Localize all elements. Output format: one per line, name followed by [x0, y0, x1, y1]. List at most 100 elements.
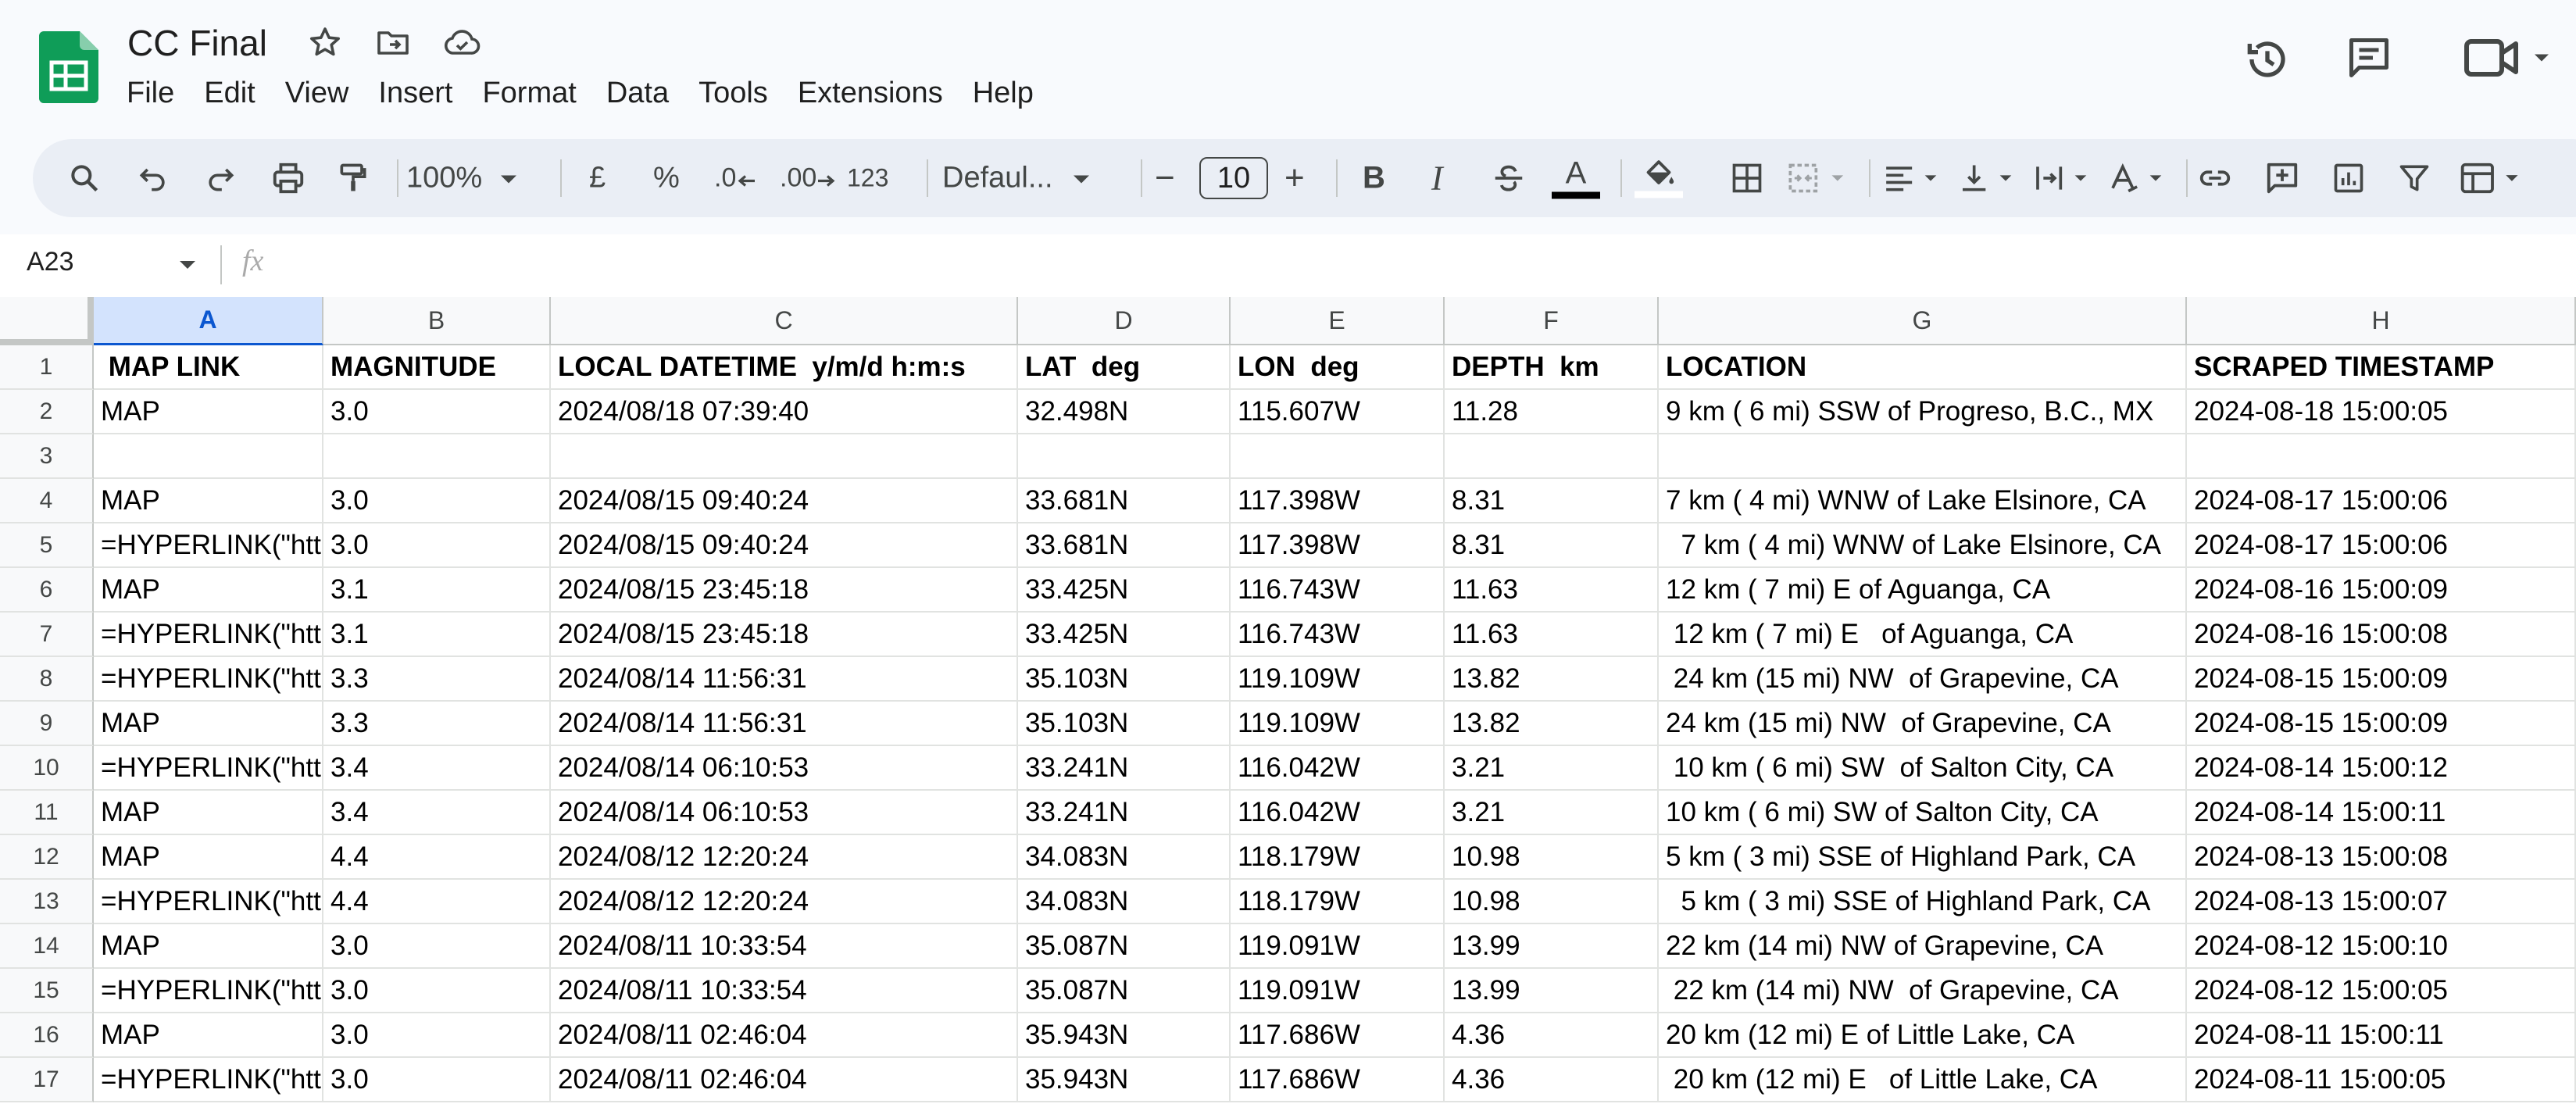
cell-h16[interactable]: 2024-08-11 15:00:11 [2187, 1013, 2576, 1058]
cell-f12[interactable]: 10.98 [1445, 835, 1659, 880]
cell-f9[interactable]: 13.82 [1445, 702, 1659, 746]
cell-f10[interactable]: 3.21 [1445, 746, 1659, 791]
cell-b4[interactable]: 3.0 [323, 479, 551, 523]
link-icon[interactable] [2197, 160, 2233, 196]
cell-a15[interactable]: =HYPERLINK("htt [94, 969, 323, 1013]
cell-g12[interactable]: 5 km ( 3 mi) SSE of Highland Park, CA [1659, 835, 2187, 880]
cell-b16[interactable]: 3.0 [323, 1013, 551, 1058]
cell-g14[interactable]: 22 km (14 mi) NW of Grapevine, CA [1659, 924, 2187, 969]
row-header[interactable]: 14 [0, 924, 94, 969]
cell-d12[interactable]: 34.083N [1018, 835, 1231, 880]
cell-b13[interactable]: 4.4 [323, 880, 551, 924]
cell-h5[interactable]: 2024-08-17 15:00:06 [2187, 523, 2576, 568]
cell-g5[interactable]: 7 km ( 4 mi) WNW of Lake Elsinore, CA [1659, 523, 2187, 568]
cell-d6[interactable]: 33.425N [1018, 568, 1231, 613]
cell-h6[interactable]: 2024-08-16 15:00:09 [2187, 568, 2576, 613]
cell-e2[interactable]: 115.607W [1231, 390, 1445, 434]
row-header[interactable]: 7 [0, 613, 94, 657]
cell-d5[interactable]: 33.681N [1018, 523, 1231, 568]
document-title[interactable]: CC Final [127, 22, 267, 64]
cell-f14[interactable]: 13.99 [1445, 924, 1659, 969]
cell-d4[interactable]: 33.681N [1018, 479, 1231, 523]
cell-b11[interactable]: 3.4 [323, 791, 551, 835]
cell-e17[interactable]: 117.686W [1231, 1058, 1445, 1102]
menu-view[interactable]: View [274, 73, 360, 113]
cell-g15[interactable]: 22 km (14 mi) NW of Grapevine, CA [1659, 969, 2187, 1013]
cell-e3[interactable] [1231, 434, 1445, 479]
cell-c10[interactable]: 2024/08/14 06:10:53 [551, 746, 1018, 791]
decrease-font-size-button[interactable]: − [1155, 159, 1175, 198]
cell-f1[interactable]: DEPTH km [1445, 345, 1659, 390]
cell-c1[interactable]: LOCAL DATETIME y/m/d h:m:s [551, 345, 1018, 390]
cell-f2[interactable]: 11.28 [1445, 390, 1659, 434]
cell-a16[interactable]: MAP [94, 1013, 323, 1058]
cell-d1[interactable]: LAT deg [1018, 345, 1231, 390]
row-header[interactable]: 12 [0, 835, 94, 880]
menu-format[interactable]: Format [471, 73, 587, 113]
cell-g10[interactable]: 10 km ( 6 mi) SW of Salton City, CA [1659, 746, 2187, 791]
cell-b5[interactable]: 3.0 [323, 523, 551, 568]
cell-d2[interactable]: 32.498N [1018, 390, 1231, 434]
zoom-select[interactable]: 100% [406, 162, 520, 195]
chevron-down-icon[interactable] [177, 256, 198, 272]
cell-f17[interactable]: 4.36 [1445, 1058, 1659, 1102]
cell-g4[interactable]: 7 km ( 4 mi) WNW of Lake Elsinore, CA [1659, 479, 2187, 523]
row-header[interactable]: 13 [0, 880, 94, 924]
strikethrough-icon[interactable] [1491, 160, 1527, 196]
cell-d17[interactable]: 35.943N [1018, 1058, 1231, 1102]
cell-c11[interactable]: 2024/08/14 06:10:53 [551, 791, 1018, 835]
menu-extensions[interactable]: Extensions [787, 73, 954, 113]
cell-b15[interactable]: 3.0 [323, 969, 551, 1013]
cell-a2[interactable]: MAP [94, 390, 323, 434]
column-header-f[interactable]: F [1445, 297, 1659, 345]
column-header-e[interactable]: E [1231, 297, 1445, 345]
cell-h4[interactable]: 2024-08-17 15:00:06 [2187, 479, 2576, 523]
cell-c2[interactable]: 2024/08/18 07:39:40 [551, 390, 1018, 434]
cell-e13[interactable]: 118.179W [1231, 880, 1445, 924]
cell-d7[interactable]: 33.425N [1018, 613, 1231, 657]
menu-tools[interactable]: Tools [688, 73, 779, 113]
search-icon[interactable] [67, 161, 102, 195]
paint-format-icon[interactable] [336, 161, 370, 195]
cell-b14[interactable]: 3.0 [323, 924, 551, 969]
menu-edit[interactable]: Edit [193, 73, 266, 113]
cell-h7[interactable]: 2024-08-16 15:00:08 [2187, 613, 2576, 657]
vertical-align-icon[interactable] [1955, 161, 2022, 195]
currency-format-button[interactable]: £ [589, 162, 606, 195]
cloud-status-icon[interactable] [441, 23, 483, 61]
cell-f5[interactable]: 8.31 [1445, 523, 1659, 568]
star-icon[interactable] [306, 23, 344, 61]
cell-h14[interactable]: 2024-08-12 15:00:10 [2187, 924, 2576, 969]
cell-c5[interactable]: 2024/08/15 09:40:24 [551, 523, 1018, 568]
cell-c17[interactable]: 2024/08/11 02:46:04 [551, 1058, 1018, 1102]
select-all-corner[interactable] [0, 297, 94, 345]
cell-c16[interactable]: 2024/08/11 02:46:04 [551, 1013, 1018, 1058]
cell-f16[interactable]: 4.36 [1445, 1013, 1659, 1058]
cell-b8[interactable]: 3.3 [323, 657, 551, 702]
cell-e8[interactable]: 119.109W [1231, 657, 1445, 702]
cell-a1[interactable]: MAP LINK [94, 345, 323, 390]
menu-data[interactable]: Data [595, 73, 680, 113]
cell-h8[interactable]: 2024-08-15 15:00:09 [2187, 657, 2576, 702]
bold-button[interactable]: B [1363, 161, 1385, 196]
cell-e11[interactable]: 116.042W [1231, 791, 1445, 835]
cell-a5[interactable]: =HYPERLINK("htt [94, 523, 323, 568]
cell-b12[interactable]: 4.4 [323, 835, 551, 880]
cell-g3[interactable] [1659, 434, 2187, 479]
cell-a8[interactable]: =HYPERLINK("htt [94, 657, 323, 702]
cell-a6[interactable]: MAP [94, 568, 323, 613]
row-header[interactable]: 6 [0, 568, 94, 613]
row-header[interactable]: 15 [0, 969, 94, 1013]
menu-file[interactable]: File [116, 73, 185, 113]
cell-e9[interactable]: 119.109W [1231, 702, 1445, 746]
row-header[interactable]: 3 [0, 434, 94, 479]
cell-e6[interactable]: 116.743W [1231, 568, 1445, 613]
cell-c15[interactable]: 2024/08/11 10:33:54 [551, 969, 1018, 1013]
text-wrapping-icon[interactable] [2030, 161, 2097, 195]
increase-decimal-button[interactable]: .00 [780, 163, 837, 194]
cell-c7[interactable]: 2024/08/15 23:45:18 [551, 613, 1018, 657]
column-header-c[interactable]: C [551, 297, 1018, 345]
row-header[interactable]: 9 [0, 702, 94, 746]
cell-c9[interactable]: 2024/08/14 11:56:31 [551, 702, 1018, 746]
cell-g17[interactable]: 20 km (12 mi) E of Little Lake, CA [1659, 1058, 2187, 1102]
